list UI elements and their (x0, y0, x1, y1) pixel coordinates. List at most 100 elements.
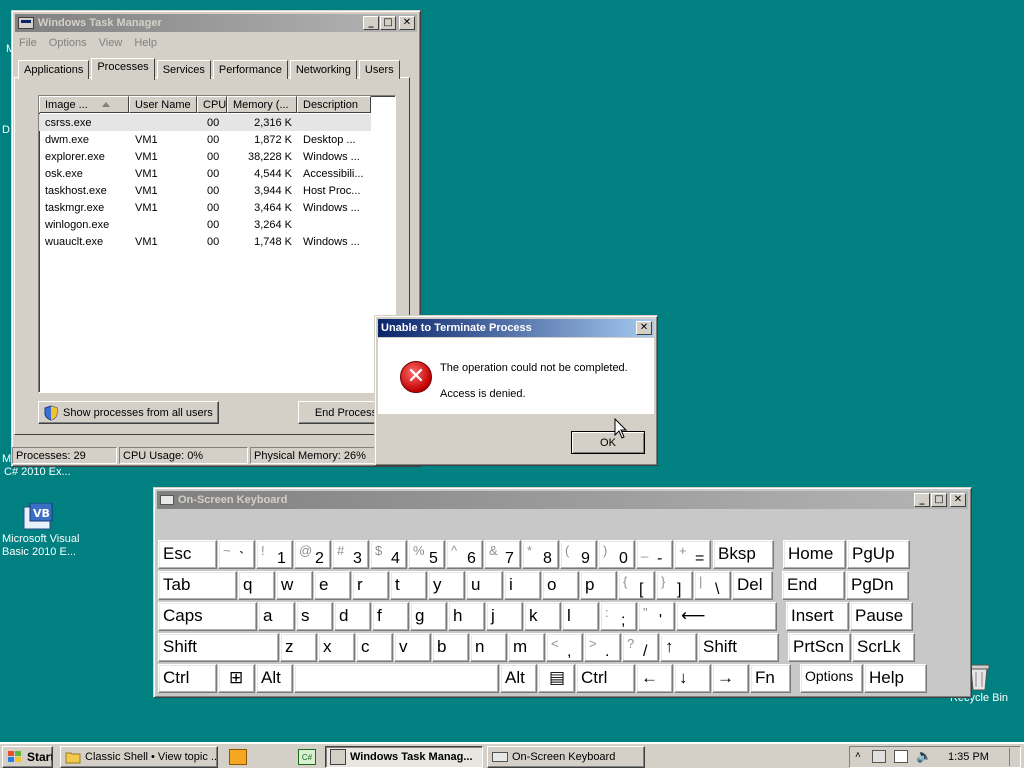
key-end[interactable]: End (782, 571, 845, 600)
key-y[interactable]: y (428, 571, 465, 600)
volume-icon[interactable]: 🔈 (916, 748, 932, 764)
key-ctrl[interactable]: Ctrl (158, 664, 217, 693)
key-s[interactable]: s (296, 602, 333, 631)
column-cpu[interactable]: CPU (197, 96, 227, 113)
key-symbol-12[interactable]: }] (656, 571, 693, 600)
key-alt[interactable]: Alt (500, 664, 537, 693)
visual-csharp-quicklaunch-icon[interactable]: C# (298, 749, 316, 765)
start-button[interactable]: Start (2, 746, 53, 768)
taskbar-button-on-screen-keyboard[interactable]: On-Screen Keyboard (487, 746, 645, 768)
table-row[interactable]: explorer.exe VM1 00 38,228 K Windows ... (39, 148, 371, 165)
key-4[interactable]: $4 (370, 540, 407, 569)
key-e[interactable]: e (314, 571, 351, 600)
key-c[interactable]: c (356, 633, 393, 662)
key-bksp[interactable]: Bksp (713, 540, 774, 569)
key-u[interactable]: u (466, 571, 503, 600)
column-memory[interactable]: Memory (... (227, 96, 297, 113)
close-button[interactable]: ✕ (399, 16, 415, 30)
key-l[interactable]: l (562, 602, 599, 631)
table-row[interactable]: taskhost.exe VM1 00 3,944 K Host Proc... (39, 182, 371, 199)
key-help[interactable]: Help (864, 664, 927, 693)
key-symbol-12[interactable]: _ - (636, 540, 673, 569)
key-pause[interactable]: Pause (850, 602, 913, 631)
key-symbol-10[interactable]: ? / (622, 633, 659, 662)
key-5[interactable]: % 5 (408, 540, 445, 569)
minimize-button[interactable]: _ (914, 493, 930, 507)
key-9[interactable]: (9 (560, 540, 597, 569)
key-insert[interactable]: Insert (786, 602, 849, 631)
tab-networking[interactable]: Networking (289, 60, 357, 79)
minimize-button[interactable]: _ (363, 16, 379, 30)
ok-button[interactable]: OK (571, 431, 645, 454)
maximize-button[interactable]: □ (931, 493, 947, 507)
key-shift[interactable]: Shift (698, 633, 779, 662)
key-6[interactable]: ^ 6 (446, 540, 483, 569)
key-j[interactable]: j (486, 602, 523, 631)
tab-applications[interactable]: Applications (18, 60, 90, 79)
key-alt[interactable]: Alt (256, 664, 293, 693)
key-0[interactable]: ) 0 (598, 540, 635, 569)
table-row[interactable]: wuauclt.exe VM1 00 1,748 K Windows ... (39, 233, 371, 250)
menu-view[interactable]: View (95, 35, 131, 53)
show-hidden-icons-icon[interactable]: ˄ (855, 750, 861, 761)
column-description[interactable]: Description (297, 96, 371, 113)
column-image-name[interactable]: Image ... (39, 96, 129, 113)
key-symbol-8[interactable]: <, (546, 633, 583, 662)
key-o[interactable]: o (542, 571, 579, 600)
key-b[interactable]: b (432, 633, 469, 662)
close-button[interactable]: ✕ (950, 493, 966, 507)
key-symbol-1[interactable]: ~ ` (218, 540, 255, 569)
key-symbol-11[interactable]: " ' (638, 602, 675, 631)
key-z[interactable]: z (280, 633, 317, 662)
key-pgup[interactable]: PgUp (847, 540, 910, 569)
table-row[interactable]: dwm.exe VM1 00 1,872 K Desktop ... (39, 131, 371, 148)
key-w[interactable]: w (276, 571, 313, 600)
key-symbol-13[interactable]: + = (674, 540, 711, 569)
key-2[interactable]: @2 (294, 540, 331, 569)
process-list[interactable]: Image ... User Name CPU Memory (... Desc… (38, 95, 396, 393)
desktop-icon-visual-csharp-label[interactable]: C# 2010 Ex... (4, 466, 71, 478)
key-v[interactable]: v (394, 633, 431, 662)
key-m[interactable]: m (508, 633, 545, 662)
key-r[interactable]: r (352, 571, 389, 600)
key-symbol-9[interactable]: >. (584, 633, 621, 662)
key-symbol-9[interactable]: → (712, 664, 749, 693)
tab-services[interactable]: Services (156, 60, 211, 79)
key-8[interactable]: * 8 (522, 540, 559, 569)
key-prtscn[interactable]: PrtScn (788, 633, 851, 662)
key-p[interactable]: p (580, 571, 617, 600)
key-home[interactable]: Home (783, 540, 846, 569)
desktop-icon-visual-basic[interactable]: VB Microsoft Visual Basic 2010 E... (2, 503, 92, 559)
clock[interactable]: 1:35 PM (948, 751, 989, 763)
show-desktop-button[interactable] (1009, 748, 1019, 766)
key-menu[interactable]: ▤ (538, 664, 575, 693)
key-h[interactable]: h (448, 602, 485, 631)
maximize-button[interactable]: □ (380, 16, 396, 30)
key-3[interactable]: #3 (332, 540, 369, 569)
dialog-close-button[interactable]: ✕ (636, 321, 652, 335)
tab-performance[interactable]: Performance (212, 60, 288, 79)
key-symbol-12[interactable]: ⟵ (676, 602, 777, 631)
action-center-icon[interactable] (894, 750, 908, 763)
key-caps[interactable]: Caps (158, 602, 257, 631)
key-symbol-10[interactable]: :; (600, 602, 637, 631)
key-options[interactable]: Options (800, 664, 863, 693)
show-all-processes-button[interactable]: Show processes from all users (38, 401, 219, 424)
column-user-name[interactable]: User Name (129, 96, 197, 113)
tab-processes[interactable]: Processes (91, 58, 155, 80)
key-tab[interactable]: Tab (158, 571, 237, 600)
key-7[interactable]: & 7 (484, 540, 521, 569)
key-symbol-7[interactable]: ← (636, 664, 673, 693)
key-1[interactable]: ! 1 (256, 540, 293, 569)
menu-help[interactable]: Help (130, 35, 165, 53)
key-i[interactable]: i (504, 571, 541, 600)
menu-options[interactable]: Options (45, 35, 95, 53)
key-del[interactable]: Del (732, 571, 773, 600)
tab-users[interactable]: Users (358, 60, 400, 79)
table-row[interactable]: osk.exe VM1 00 4,544 K Accessibili... (39, 165, 371, 182)
key-shift[interactable]: Shift (158, 633, 279, 662)
key-symbol-11[interactable]: {[ (618, 571, 655, 600)
key-k[interactable]: k (524, 602, 561, 631)
key-symbol-8[interactable]: ↓ (674, 664, 711, 693)
key-a[interactable]: a (258, 602, 295, 631)
